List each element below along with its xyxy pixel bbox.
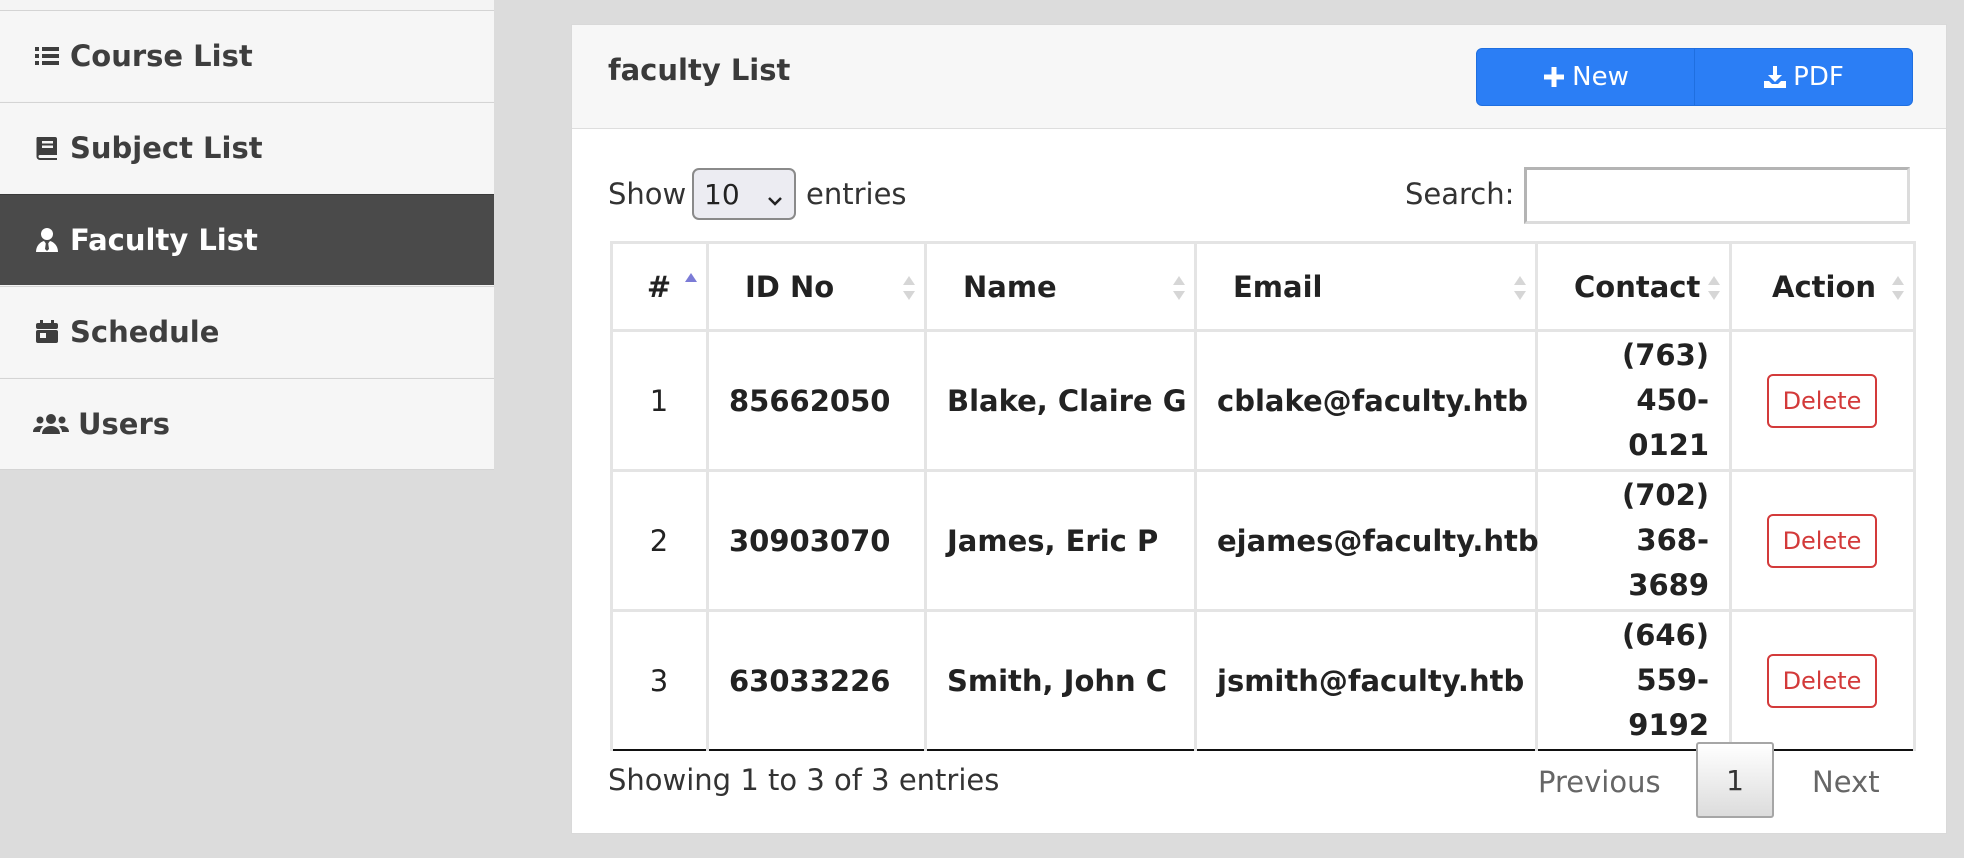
previous-page-button[interactable]: Previous [1538,765,1661,799]
sort-icon [902,272,916,304]
list-icon [32,41,62,71]
cell-email: cblake@faculty.htb [1194,329,1538,472]
cell-email: ejames@faculty.htb [1194,469,1539,612]
column-header-action[interactable]: Action [1729,241,1916,332]
column-header-id-no[interactable]: ID No [706,241,927,332]
table-row: 2 30903070 James, Eric P ejames@faculty.… [610,469,1916,612]
sidebar-item-label: Course List [70,39,253,73]
table-row: 1 85662050 Blake, Claire G cblake@facult… [610,329,1916,472]
search-input[interactable] [1524,167,1910,224]
cell-email: jsmith@faculty.htb [1194,609,1538,751]
cell-contact: (763) 450-0121 [1535,329,1732,472]
users-icon [32,409,70,439]
cell-action: Delete [1729,609,1916,751]
user-tie-icon [32,225,62,255]
cell-action: Delete [1729,329,1916,472]
faculty-table: # ID No Name Email Contact Action 1 8566… [610,241,1916,751]
pdf-button[interactable]: PDF [1694,48,1913,106]
sort-icon [1891,272,1905,304]
sidebar-item-label: Faculty List [70,223,258,257]
cell-contact: (646) 559-9192 [1535,609,1732,751]
sidebar-item-label: Users [78,407,171,441]
contact-number: 450-0121 [1628,383,1709,462]
sidebar-item-faculty-list[interactable]: Faculty List [0,194,494,285]
card-header: faculty List New PDF [572,25,1946,129]
cell-number: 3 [610,609,709,751]
new-button[interactable]: New [1476,48,1695,106]
entries-length-select[interactable]: 10 [692,168,796,220]
delete-button[interactable]: Delete [1767,513,1877,568]
column-header-email[interactable]: Email [1194,241,1538,332]
cell-id-no: 30903070 [706,469,927,612]
sidebar-item-subject-list[interactable]: Subject List [0,102,494,193]
sort-ascending-icon [684,272,698,304]
calendar-icon [32,317,62,347]
sort-icon [1513,272,1527,304]
table-row: 3 63033226 Smith, John C jsmith@faculty.… [610,609,1916,751]
book-icon [32,133,62,163]
search-label: Search: [1405,177,1515,211]
download-icon [1763,65,1787,89]
cell-name: Smith, John C [924,609,1197,751]
contact-area-code: (702) [1621,478,1709,512]
entries-label: entries [806,177,907,211]
column-header-name[interactable]: Name [924,241,1197,332]
delete-button[interactable]: Delete [1767,653,1877,708]
cell-id-no: 63033226 [706,609,927,751]
chevron-down-icon [766,184,784,206]
contact-area-code: (763) [1621,338,1709,372]
sidebar-item-course-list[interactable]: Course List [0,10,494,101]
cell-id-no: 85662050 [706,329,927,472]
sidebar-item-users[interactable]: Users [0,378,494,469]
column-header-number[interactable]: # [610,241,709,332]
plus-icon [1542,65,1566,89]
table-info: Showing 1 to 3 of 3 entries [608,763,1000,797]
contact-number: 368-3689 [1628,523,1709,602]
contact-area-code: (646) [1621,618,1709,652]
cell-name: Blake, Claire G [924,329,1197,472]
sort-icon [1172,272,1186,304]
cell-contact: (702) 368-3689 [1535,469,1732,612]
sort-icon [1707,272,1721,304]
sidebar-item-label: Schedule [70,315,220,349]
pdf-button-label: PDF [1793,62,1844,92]
contact-number: 559-9192 [1628,663,1709,742]
cell-name: James, Eric P [924,469,1197,612]
cell-number: 1 [610,329,709,472]
sidebar-divider [0,469,494,470]
page-title: faculty List [608,53,791,87]
cell-action: Delete [1729,469,1916,612]
new-button-label: New [1572,62,1629,92]
show-label: Show [608,177,687,211]
sidebar-item-schedule[interactable]: Schedule [0,286,494,377]
page-button-current[interactable]: 1 [1696,742,1774,818]
cell-number: 2 [610,469,709,612]
table-header-row: # ID No Name Email Contact Action [610,241,1916,332]
faculty-list-card: faculty List New PDF Show 10 entries Sea… [571,24,1947,834]
sidebar: Course List Subject List Faculty List Sc… [0,0,494,470]
delete-button[interactable]: Delete [1767,373,1877,428]
entries-length-value: 10 [704,177,740,211]
column-header-contact[interactable]: Contact [1535,241,1732,332]
sidebar-item-label: Subject List [70,131,263,165]
next-page-button[interactable]: Next [1812,765,1880,799]
